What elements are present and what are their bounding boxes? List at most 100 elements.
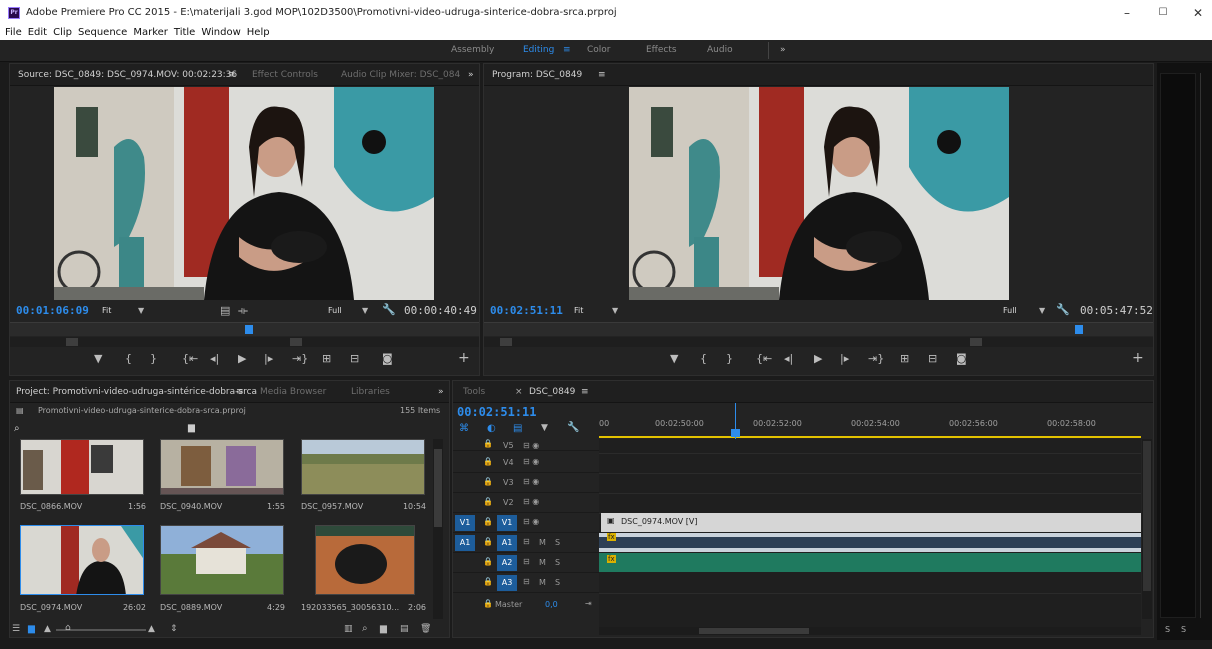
menu-window[interactable]: Window <box>201 26 240 39</box>
maximize-button[interactable]: ☐ <box>1148 4 1178 22</box>
project-more-icon[interactable]: » <box>438 387 444 397</box>
project-thumb-3[interactable] <box>301 439 425 495</box>
go-to-in-icon[interactable]: {⇤ <box>182 352 198 365</box>
mute-button[interactable]: M <box>539 558 546 567</box>
marker-icon[interactable]: ▼ <box>541 423 548 433</box>
track-target-a2[interactable]: A2 <box>497 555 517 571</box>
timeline-menu-icon[interactable]: ≡ <box>581 387 589 397</box>
mute-button[interactable]: M <box>539 538 546 547</box>
track-lock-icon[interactable]: 🔒 <box>483 457 493 466</box>
menu-sequence[interactable]: Sequence <box>78 26 127 39</box>
source-drag-video-icon[interactable]: ▤ <box>220 304 230 317</box>
program-step-forward-icon[interactable]: |▸ <box>840 352 849 365</box>
track-label-v5[interactable]: V5 <box>503 441 514 450</box>
workspace-effects[interactable]: Effects <box>646 45 677 55</box>
linked-selection-icon[interactable]: ◐ <box>487 423 496 434</box>
program-time-ruler[interactable] <box>484 322 1153 336</box>
tab-source[interactable]: Source: DSC_0849: DSC_0974.MOV: 00:02:23… <box>18 70 237 80</box>
program-add-marker-icon[interactable]: ▼ <box>670 352 678 365</box>
project-thumb-1[interactable] <box>20 439 144 495</box>
track-target-a3[interactable]: A3 <box>497 575 517 591</box>
project-thumb-5[interactable] <box>160 525 284 595</box>
solo-button[interactable]: S <box>555 558 560 567</box>
solo-button[interactable]: S <box>555 538 560 547</box>
tab-sequence[interactable]: DSC_0849 <box>529 387 575 397</box>
audio-clip-a2[interactable]: fx <box>599 553 1141 572</box>
timeline-settings-wrench-icon[interactable]: 🔧 <box>567 422 579 433</box>
new-bin-folder-icon[interactable]: ▆ <box>188 423 195 433</box>
solo-right-button[interactable]: S <box>1181 625 1186 634</box>
source-quality-chevron-down-icon[interactable]: ▼ <box>362 306 368 315</box>
program-playhead[interactable] <box>1075 325 1084 334</box>
project-thumb-2[interactable] <box>160 439 284 495</box>
track-label-v4[interactable]: V4 <box>503 458 514 467</box>
menu-file[interactable]: File <box>5 26 22 39</box>
new-bin-icon[interactable]: ▆ <box>380 624 387 634</box>
program-fit-select[interactable]: Fit <box>574 306 583 315</box>
track-output-icon[interactable]: ⊟ ◉ <box>523 497 539 506</box>
master-lock-icon[interactable]: 🔒 <box>483 599 493 608</box>
timeline-timecode[interactable]: 00:02:51:11 <box>457 405 536 419</box>
source-patch-v1[interactable]: V1 <box>455 515 475 531</box>
menu-clip[interactable]: Clip <box>53 26 72 39</box>
insert-icon[interactable]: ⊞ <box>322 352 331 365</box>
source-patch-a1[interactable]: A1 <box>455 535 475 551</box>
add-marker-icon[interactable]: ▼ <box>94 352 102 365</box>
snap-icon[interactable]: ⌘ <box>459 423 469 434</box>
project-menu-icon[interactable]: ≡ <box>236 387 244 397</box>
workspace-menu-icon[interactable]: ≡ <box>563 45 571 55</box>
tab-libraries[interactable]: Libraries <box>351 387 390 397</box>
slider-handle-icon[interactable]: ⌂ <box>65 623 71 633</box>
track-output-icon[interactable]: ⊟ ◉ <box>523 477 539 486</box>
source-timecode[interactable]: 00:01:06:09 <box>16 304 89 317</box>
source-quality-select[interactable]: Full <box>328 306 342 315</box>
program-timecode[interactable]: 00:02:51:11 <box>490 304 563 317</box>
track-lock-icon[interactable]: 🔒 <box>483 517 493 526</box>
export-frame-icon[interactable]: ◙ <box>382 352 393 365</box>
source-fit-chevron-down-icon[interactable]: ▼ <box>138 306 144 315</box>
trash-icon[interactable]: 🗑 <box>420 624 431 634</box>
master-volume-value[interactable]: 0,0 <box>545 600 558 609</box>
project-thumb-6[interactable] <box>315 525 415 595</box>
tab-media-browser[interactable]: Media Browser <box>260 387 326 397</box>
program-mark-in-icon[interactable]: { <box>700 352 707 365</box>
program-quality-chevron-down-icon[interactable]: ▼ <box>1039 306 1045 315</box>
source-time-ruler[interactable] <box>10 322 479 336</box>
program-add-button-icon[interactable]: + <box>1132 350 1144 366</box>
program-fit-chevron-down-icon[interactable]: ▼ <box>612 306 618 315</box>
menu-help[interactable]: Help <box>247 26 270 39</box>
program-go-to-out-icon[interactable]: ⇥} <box>868 352 884 365</box>
menu-marker[interactable]: Marker <box>133 26 168 39</box>
list-view-icon[interactable]: ☰ <box>12 624 20 634</box>
zoom-in-icon[interactable]: ▲ <box>148 624 155 634</box>
tab-program[interactable]: Program: DSC_0849 <box>492 70 582 80</box>
workspace-more-icon[interactable]: » <box>780 45 786 55</box>
tab-tools[interactable]: Tools <box>463 387 485 397</box>
go-to-out-icon[interactable]: ⇥} <box>292 352 308 365</box>
menu-title[interactable]: Title <box>174 26 195 39</box>
track-target-v1[interactable]: V1 <box>497 515 517 531</box>
video-clip[interactable]: ▣ DSC_0974.MOV [V] <box>601 513 1141 532</box>
track-lock-icon[interactable]: 🔒 <box>483 439 493 448</box>
solo-left-button[interactable]: S <box>1165 625 1170 634</box>
track-output-icon[interactable]: ⊟ ◉ <box>523 517 539 526</box>
source-menu-icon[interactable]: ≡ <box>228 70 236 80</box>
track-lock-icon[interactable]: 🔒 <box>483 577 493 586</box>
sort-icon[interactable]: ⇕ <box>170 624 178 634</box>
program-mark-out-icon[interactable]: } <box>726 352 733 365</box>
program-menu-icon[interactable]: ≡ <box>598 70 606 80</box>
overwrite-icon[interactable]: ⊟ <box>350 352 359 365</box>
tab-audio-clip-mixer[interactable]: Audio Clip Mixer: DSC_084 <box>341 70 460 80</box>
tab-effect-controls[interactable]: Effect Controls <box>252 70 318 80</box>
program-play-icon[interactable]: ▶ <box>814 352 822 365</box>
track-lock-icon[interactable]: 🔒 <box>483 497 493 506</box>
source-playhead[interactable] <box>245 325 254 334</box>
master-go-to-end-icon[interactable]: ⇥ <box>585 599 592 608</box>
timeline-horizontal-scrollbar[interactable] <box>599 627 1141 635</box>
program-step-back-icon[interactable]: ◂| <box>784 352 793 365</box>
new-item-icon[interactable]: ▤ <box>400 624 409 634</box>
track-target-a1[interactable]: A1 <box>497 535 517 551</box>
track-lock-icon[interactable]: 🔒 <box>483 557 493 566</box>
track-lock-icon[interactable]: 🔒 <box>483 477 493 486</box>
automate-to-sequence-icon[interactable]: ▥ <box>344 624 353 634</box>
